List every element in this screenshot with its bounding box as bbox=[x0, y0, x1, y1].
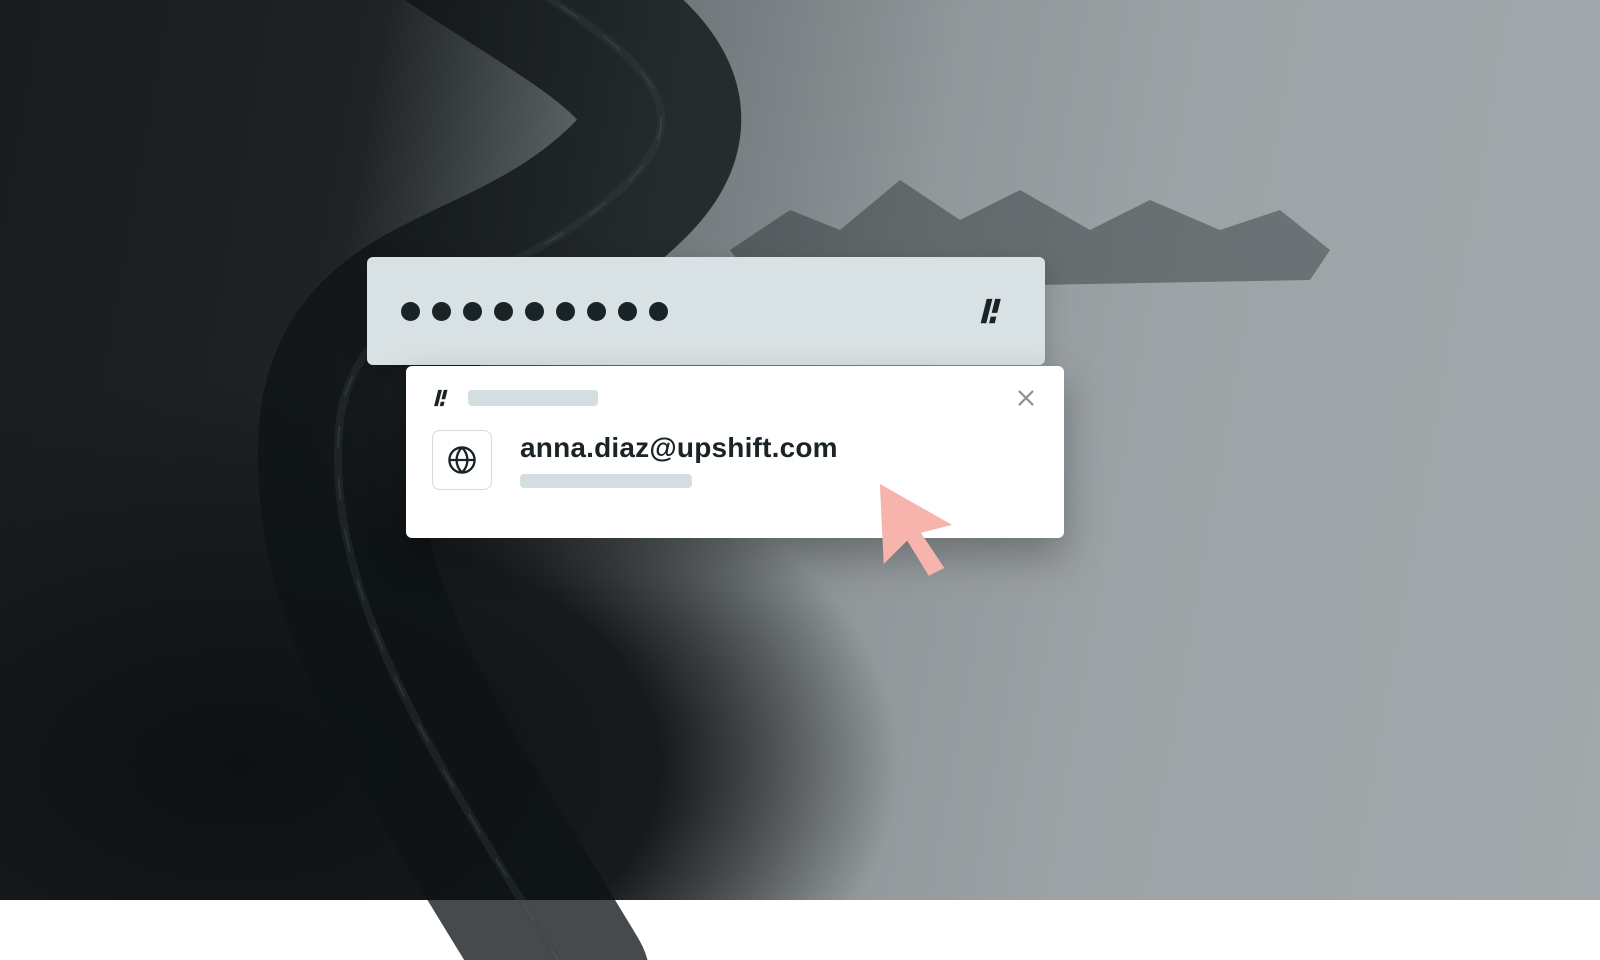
mask-dot bbox=[525, 302, 544, 321]
password-mask bbox=[401, 302, 668, 321]
header-title-placeholder bbox=[468, 390, 598, 406]
password-input[interactable] bbox=[367, 257, 1045, 365]
mask-dot bbox=[649, 302, 668, 321]
close-button[interactable] bbox=[1012, 384, 1040, 412]
autofill-suggestion[interactable]: anna.diaz@upshift.com bbox=[406, 416, 1064, 510]
dashlane-flag-icon bbox=[432, 387, 454, 409]
site-icon-badge bbox=[432, 430, 492, 490]
mask-dot bbox=[432, 302, 451, 321]
mask-dot bbox=[463, 302, 482, 321]
mask-dot bbox=[494, 302, 513, 321]
globe-icon bbox=[444, 442, 480, 478]
mask-dot bbox=[587, 302, 606, 321]
dashlane-flag-icon[interactable] bbox=[977, 294, 1011, 328]
mask-dot bbox=[556, 302, 575, 321]
dropdown-header bbox=[406, 366, 1064, 416]
mask-dot bbox=[401, 302, 420, 321]
autofill-dropdown: anna.diaz@upshift.com bbox=[406, 366, 1064, 538]
suggestion-subtitle-placeholder bbox=[520, 474, 692, 488]
suggestion-email: anna.diaz@upshift.com bbox=[520, 432, 838, 464]
close-icon bbox=[1015, 387, 1037, 409]
mask-dot bbox=[618, 302, 637, 321]
